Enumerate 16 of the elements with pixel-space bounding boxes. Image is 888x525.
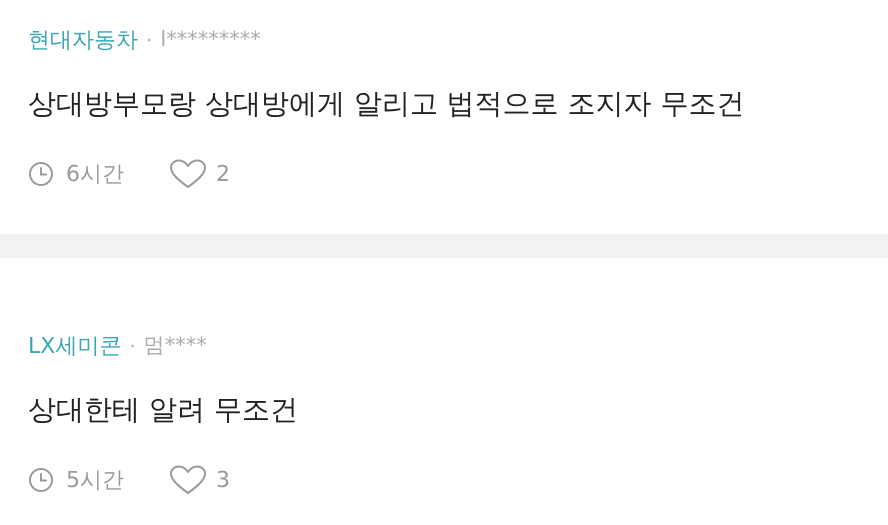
like-count: 3 [216, 466, 230, 494]
like-count: 2 [216, 160, 230, 188]
comment-text: 상대방부모랑 상대방에게 알리고 법적으로 조지자 무조건 [28, 86, 746, 122]
clock-icon [28, 467, 54, 493]
clock-icon [28, 161, 54, 187]
time-ago: 6시간 [66, 160, 124, 188]
separator-dot: · [146, 27, 152, 54]
heart-icon[interactable] [170, 465, 206, 495]
company-name[interactable]: 현대자동차 [28, 24, 138, 56]
author-name: 멈**** [144, 332, 207, 360]
author-name: l********* [160, 26, 261, 54]
comment-text: 상대한테 알려 무조건 [28, 392, 299, 428]
company-name[interactable]: LX세미콘 [28, 330, 122, 362]
time-ago: 5시간 [66, 466, 124, 494]
separator-dot: · [129, 333, 136, 360]
heart-icon[interactable] [170, 159, 206, 189]
